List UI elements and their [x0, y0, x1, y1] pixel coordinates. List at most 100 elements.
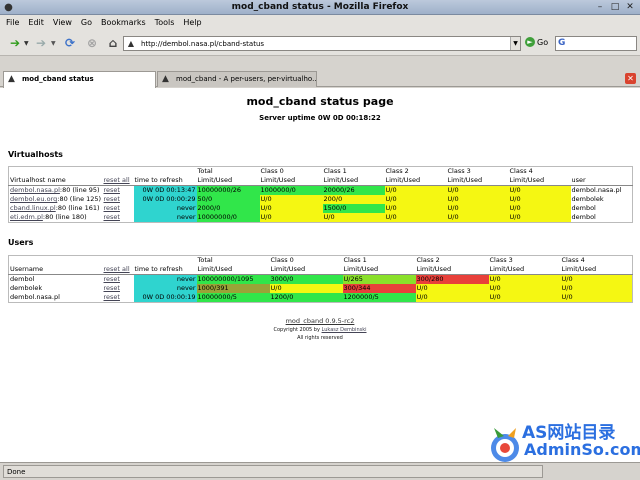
col-username: Username [8, 255, 103, 275]
menu-tools[interactable]: Tools [155, 18, 175, 27]
col-class3: Class 3 Limit/Used [488, 255, 561, 275]
col-class4: Class 4 Limit/Used [560, 255, 633, 275]
class2-cell: U/0 [384, 204, 447, 213]
class0-cell: 3000/0 [269, 274, 343, 284]
virtualhost-link[interactable]: eti.edm.pl [10, 213, 43, 221]
class0-cell: U/0 [259, 204, 323, 213]
virtualhost-link[interactable]: dembol.nasa.pl [10, 186, 60, 194]
reset-link[interactable]: reset [104, 213, 120, 221]
url-bar[interactable]: ▲ http://dembol.nasa.pl/cband-status ▼ [123, 36, 521, 51]
reset-all-link[interactable]: reset all [102, 255, 134, 275]
username-cell: dembol.nasa.pl [10, 293, 60, 301]
table-row: eti.edm.pl:80 (line 180) reset never 100… [9, 213, 633, 223]
class4-cell: U/0 [560, 284, 633, 293]
back-arrow-icon[interactable]: ➔ [6, 34, 24, 52]
version-link[interactable]: mod_cband 0.9.5-rc2 [0, 317, 640, 325]
total-cell: 100000000/1095 [196, 274, 270, 284]
menu-bookmarks[interactable]: Bookmarks [101, 18, 146, 27]
stop-icon[interactable]: ⊗ [83, 34, 101, 52]
user-cell: dembol [571, 213, 596, 221]
tab-label: mod_cband status [22, 75, 94, 83]
virtualhost-cell: dembol.nasa.pl:80 (line 95) [10, 186, 100, 194]
tux-icon: ▲ [8, 74, 15, 84]
class4-cell: U/0 [508, 185, 571, 195]
tab-strip: ▲ mod_cband status ▲ mod_cband - A per-u… [0, 70, 640, 88]
refresh-cell: 0W 0D 00:13:47 [133, 185, 197, 195]
tab-cband-info[interactable]: ▲ mod_cband - A per-users, per-virtualho… [157, 71, 317, 87]
window-titlebar: ● mod_cband status - Mozilla Firefox – □… [0, 0, 640, 15]
col-user: user [570, 166, 633, 186]
tab-cband-status[interactable]: ▲ mod_cband status [3, 71, 156, 88]
copyright: Copyright 2005 by Lukasz Dembinski [273, 327, 367, 333]
col-class1: Class 1 Limit/Used [322, 166, 385, 186]
class0-cell: U/0 [259, 213, 323, 223]
page-content: mod_cband status page Server uptime 0W 0… [0, 88, 640, 462]
close-icon[interactable]: ✕ [624, 1, 636, 13]
virtualhost-link[interactable]: cband.linux.pl [10, 204, 56, 212]
total-cell: 10000000/5 [196, 293, 270, 303]
watermark-logo-icon [491, 428, 519, 462]
reset-link[interactable]: reset [104, 293, 120, 301]
menu-edit[interactable]: Edit [28, 18, 44, 27]
back-dropdown-icon[interactable]: ▼ [24, 40, 29, 47]
reset-all-link[interactable]: reset all [102, 166, 134, 186]
window-controls: – □ ✕ [594, 1, 636, 13]
class3-cell: U/0 [446, 213, 509, 223]
col-class0: Class 0 Limit/Used [269, 255, 343, 275]
refresh-cell: 0W 0D 00:00:19 [133, 293, 197, 303]
close-tab-icon[interactable]: ✕ [625, 73, 636, 84]
table-row: dembol.nasa.pl reset 0W 0D 00:00:19 1000… [9, 293, 633, 303]
menu-file[interactable]: File [6, 18, 19, 27]
minimize-icon[interactable]: – [594, 1, 606, 13]
search-input[interactable]: G [555, 36, 637, 51]
class4-cell: U/0 [508, 195, 571, 204]
url-text[interactable]: http://dembol.nasa.pl/cband-status [138, 40, 510, 48]
virtualhost-link[interactable]: dembol.eu.org [10, 195, 57, 203]
class2-cell: U/0 [384, 195, 447, 204]
maximize-icon[interactable]: □ [609, 1, 621, 13]
total-cell: 10000000/0 [196, 213, 260, 223]
virtualhosts-heading: Virtualhosts [8, 150, 63, 159]
class3-cell: U/0 [488, 274, 561, 284]
server-uptime: Server uptime 0W 0D 00:18:22 [259, 114, 381, 122]
refresh-cell: 0W 0D 00:00:29 [133, 195, 197, 204]
menu-help[interactable]: Help [183, 18, 201, 27]
col-class4: Class 4 Limit/Used [508, 166, 571, 186]
watermark-line2: AdminSo.com [524, 440, 640, 459]
menu-go[interactable]: Go [81, 18, 92, 27]
col-class0: Class 0 Limit/Used [259, 166, 323, 186]
col-class2: Class 2 Limit/Used [415, 255, 489, 275]
menu-view[interactable]: View [53, 18, 72, 27]
window-title: mod_cband status - Mozilla Firefox [231, 2, 409, 12]
class2-cell: U/0 [384, 213, 447, 223]
username-cell: dembolek [10, 284, 43, 292]
refresh-cell: never [133, 274, 197, 284]
col-class3: Class 3 Limit/Used [446, 166, 509, 186]
table-row: dembol.eu.org:80 (line 125) reset 0W 0D … [9, 195, 633, 204]
reset-link[interactable]: reset [104, 204, 120, 212]
forward-arrow-icon[interactable]: ➔ [32, 34, 50, 52]
home-icon[interactable]: ⌂ [104, 34, 122, 52]
status-text: Done [3, 465, 543, 478]
author-link[interactable]: Lukasz Dembinski [322, 327, 367, 333]
class1-cell: 1200000/5 [342, 293, 416, 303]
reset-link[interactable]: reset [104, 186, 120, 194]
reset-link[interactable]: reset [104, 284, 120, 292]
class1-cell: 300/344 [342, 284, 416, 293]
class2-cell: U/0 [415, 284, 489, 293]
url-dropdown-icon[interactable]: ▼ [510, 37, 520, 50]
reset-link[interactable]: reset [104, 275, 120, 283]
forward-dropdown-icon[interactable]: ▼ [51, 40, 56, 47]
table-row: dembol.nasa.pl:80 (line 95) reset 0W 0D … [9, 185, 633, 195]
reload-icon[interactable]: ⟳ [61, 34, 79, 52]
go-button[interactable]: ► Go [525, 37, 548, 47]
reset-link[interactable]: reset [104, 195, 120, 203]
class2-cell: U/0 [384, 185, 447, 195]
class1-cell: U/0 [322, 213, 385, 223]
class1-cell: 1500/0 [322, 204, 385, 213]
status-bar: Done [0, 462, 640, 480]
class1-cell: 20000/26 [322, 185, 385, 195]
virtualhost-cell: eti.edm.pl:80 (line 180) [10, 213, 87, 221]
table-row: dembolek reset never 1000/391 U/0 300/34… [9, 284, 633, 293]
table-row: dembol reset never 100000000/1095 3000/0… [9, 274, 633, 284]
